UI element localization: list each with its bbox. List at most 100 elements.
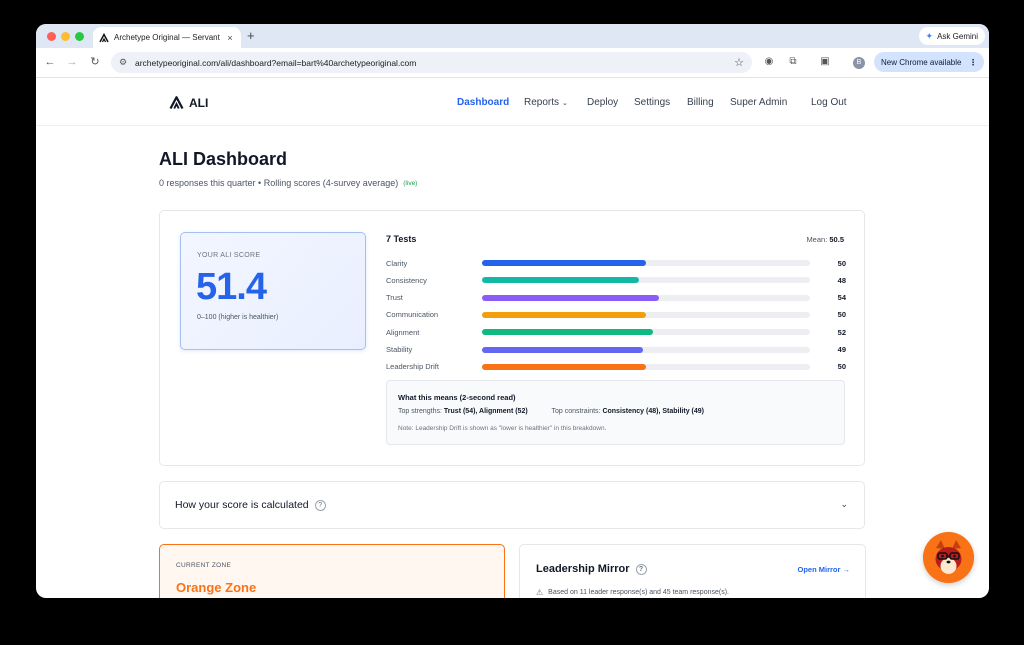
back-arrow-icon[interactable]: ← xyxy=(43,55,57,69)
mean-label: Mean: xyxy=(806,235,828,244)
nav-dashboard[interactable]: Dashboard xyxy=(457,97,509,108)
meaning-summary: Top strengths: Trust (54), Alignment (52… xyxy=(398,408,704,415)
new-tab-button[interactable]: + xyxy=(247,29,255,43)
assistant-mascot-button[interactable] xyxy=(923,532,974,583)
test-bar-fill xyxy=(482,363,646,370)
camera-icon[interactable]: ◉ xyxy=(763,56,775,68)
chevron-down-icon: ⌄ xyxy=(562,100,568,107)
test-row: Stability 49 xyxy=(386,344,846,356)
test-bar-fill xyxy=(482,294,660,301)
site-logo[interactable]: ALI xyxy=(169,95,208,110)
close-tab-icon[interactable]: × xyxy=(225,33,235,43)
test-value: 50 xyxy=(837,362,846,372)
url-text[interactable]: archetypeoriginal.com/ali/dashboard?emai… xyxy=(135,58,734,68)
test-value: 50 xyxy=(837,258,846,268)
test-value: 52 xyxy=(837,327,846,337)
test-bar-track xyxy=(482,294,810,301)
test-row: Alignment 52 xyxy=(386,326,846,338)
ali-score-box: YOUR ALI SCORE 51.4 0–100 (higher is hea… xyxy=(180,232,366,350)
nav-deploy[interactable]: Deploy xyxy=(587,97,618,108)
meaning-box: What this means (2-second read) Top stre… xyxy=(386,380,845,445)
forward-arrow-icon[interactable]: → xyxy=(65,55,79,69)
test-bar-track xyxy=(482,311,810,318)
meaning-note: Note: Leadership Drift is shown as "lowe… xyxy=(398,425,607,432)
leadership-mirror-card: Leadership Mirror ? Open Mirror → ⚠ Base… xyxy=(519,544,866,598)
profile-avatar[interactable]: B xyxy=(853,57,865,69)
bookmark-star-icon[interactable]: ☆ xyxy=(734,56,744,69)
mirror-title-row: Leadership Mirror ? xyxy=(536,563,647,575)
site-header: ALI Dashboard Reports ⌄ Deploy Settings B… xyxy=(36,79,989,126)
browser-toolbar: ← → ↻ ⚙ archetypeoriginal.com/ali/dashbo… xyxy=(36,48,989,78)
chevron-down-icon[interactable]: ⌄ xyxy=(840,499,848,510)
test-row: Trust 54 xyxy=(386,292,846,304)
help-icon[interactable]: ? xyxy=(314,499,326,511)
reload-icon[interactable]: ↻ xyxy=(88,55,102,69)
test-label: Clarity xyxy=(386,258,408,268)
strengths-value: Trust (54), Alignment (52) xyxy=(443,408,528,415)
test-bar-track xyxy=(482,277,810,284)
tab-search-icon[interactable]: ▣ xyxy=(819,56,831,68)
constraints-label: Top constraints: xyxy=(551,408,601,415)
zone-name: Orange Zone xyxy=(176,580,257,595)
score-range-note: 0–100 (higher is healthier) xyxy=(197,314,279,321)
test-value: 54 xyxy=(837,293,846,303)
ali-logo-icon xyxy=(169,96,184,110)
live-badge: (live) xyxy=(403,179,418,187)
nav-logout[interactable]: Log Out xyxy=(811,97,847,108)
browser-tab[interactable]: Archetype Original — Servant × xyxy=(93,27,241,48)
mirror-title: Leadership Mirror xyxy=(536,563,630,575)
test-bar-track xyxy=(482,346,810,353)
help-icon[interactable]: ? xyxy=(635,563,647,575)
open-mirror-link[interactable]: Open Mirror → xyxy=(797,565,850,574)
test-bar-track xyxy=(482,329,810,336)
score-value: 51.4 xyxy=(196,266,267,308)
zone-label: CURRENT ZONE xyxy=(176,562,232,569)
address-bar[interactable]: ⚙ archetypeoriginal.com/ali/dashboard?em… xyxy=(111,52,752,73)
subtitle-text: 0 responses this quarter • Rolling score… xyxy=(159,178,399,188)
browser-window: Archetype Original — Servant × + ✦ Ask G… xyxy=(36,24,989,598)
strengths-label: Top strengths: xyxy=(398,408,442,415)
menu-dots-icon[interactable]: ⋮ xyxy=(969,58,977,67)
test-bar-track xyxy=(482,260,810,266)
close-window-button[interactable] xyxy=(47,32,56,41)
meaning-title: What this means (2-second read) xyxy=(398,393,516,402)
constraints-value: Consistency (48), Stability (49) xyxy=(602,408,704,415)
nav-reports[interactable]: Reports ⌄ xyxy=(524,97,568,108)
score-card: YOUR ALI SCORE 51.4 0–100 (higher is hea… xyxy=(159,210,865,466)
test-row: Leadership Drift 50 xyxy=(386,361,846,373)
ali-logo-icon xyxy=(99,32,109,43)
logo-text: ALI xyxy=(189,95,209,110)
minimize-window-button[interactable] xyxy=(61,32,70,41)
test-bar-fill xyxy=(482,346,643,353)
site-info-icon[interactable]: ⚙ xyxy=(119,57,129,68)
nav-reports-label: Reports xyxy=(524,97,560,108)
nav-super-admin[interactable]: Super Admin xyxy=(730,97,787,108)
nav-billing[interactable]: Billing xyxy=(687,97,714,108)
calc-title: How your score is calculated xyxy=(175,499,309,511)
test-bar-fill xyxy=(482,329,653,336)
ask-gemini-label: Ask Gemini xyxy=(937,31,978,41)
tests-heading: 7 Tests xyxy=(386,234,417,244)
test-label: Communication xyxy=(386,310,439,320)
new-chrome-available-button[interactable]: New Chrome available ⋮ xyxy=(874,52,984,72)
test-bar-track xyxy=(482,363,810,370)
mean-score: Mean: 50.5 xyxy=(806,235,844,244)
ask-gemini-button[interactable]: ✦ Ask Gemini xyxy=(918,27,985,45)
test-row: Clarity 50 xyxy=(386,257,846,269)
fox-mascot-icon xyxy=(923,532,974,583)
warning-icon: ⚠ xyxy=(536,588,544,597)
score-label: YOUR ALI SCORE xyxy=(197,252,261,259)
test-bar-fill xyxy=(482,277,640,284)
test-label: Alignment xyxy=(386,327,420,337)
test-label: Trust xyxy=(386,293,403,303)
test-bar-fill xyxy=(482,311,646,318)
calc-title-row: How your score is calculated ? xyxy=(175,499,326,511)
maximize-window-button[interactable] xyxy=(75,32,84,41)
score-calculation-accordion[interactable]: How your score is calculated ? ⌄ xyxy=(159,481,865,529)
test-label: Stability xyxy=(386,345,413,354)
extensions-icon[interactable]: ⧉ xyxy=(787,56,799,68)
nav-settings[interactable]: Settings xyxy=(634,97,670,108)
test-bar-fill xyxy=(482,260,646,266)
gemini-sparkle-icon: ✦ xyxy=(925,30,934,41)
current-zone-card: CURRENT ZONE Orange Zone xyxy=(159,544,505,598)
